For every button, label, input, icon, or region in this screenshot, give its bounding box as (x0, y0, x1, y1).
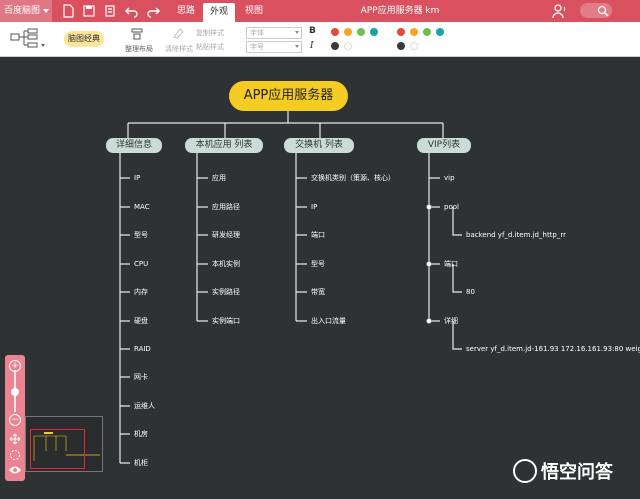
leaf-node[interactable]: 带宽 (311, 288, 325, 297)
chevron-down-icon (43, 9, 49, 13)
leaf-node[interactable]: 实例路径 (212, 288, 240, 297)
user-icon[interactable] (551, 3, 567, 19)
leaf-node[interactable]: 运维人 (134, 402, 155, 411)
leaf-node[interactable]: 机房 (134, 430, 148, 439)
save-icon[interactable] (82, 4, 96, 18)
color-swatch[interactable] (331, 28, 339, 36)
italic-button[interactable]: I (310, 41, 314, 51)
color-swatch[interactable] (370, 28, 378, 36)
eye-icon[interactable] (8, 465, 22, 475)
leaf-node[interactable]: IP (134, 174, 140, 183)
leaf-node[interactable]: MAC (134, 203, 150, 212)
leaf-node[interactable]: 硬盘 (134, 317, 148, 326)
leaf-node[interactable]: 端口 (311, 231, 325, 240)
leaf-node[interactable]: 应用路径 (212, 203, 240, 212)
leaf-node[interactable]: 型号 (134, 231, 148, 240)
export-icon[interactable] (103, 4, 117, 18)
document-title: APP应用服务器 km (360, 6, 440, 16)
font-size-select[interactable]: 字号 (246, 41, 302, 53)
locate-center-icon[interactable] (9, 449, 21, 461)
color-swatch[interactable] (423, 28, 431, 36)
move-icon[interactable] (9, 433, 21, 445)
root-node[interactable]: APP应用服务器 (229, 81, 348, 111)
menu-idea[interactable]: 思路 (177, 0, 195, 22)
new-file-icon[interactable] (61, 4, 75, 18)
branch-node-local-apps[interactable]: 本机应用 列表 (185, 138, 263, 153)
zoom-controls: + − (5, 355, 25, 481)
color-swatch[interactable] (397, 42, 405, 50)
theme-button[interactable]: 脑图经典 (64, 31, 104, 47)
leaf-node[interactable]: 端口 (444, 260, 458, 269)
undo-icon[interactable] (125, 4, 139, 18)
branch-node-details[interactable]: 详细信息 (106, 138, 162, 153)
leaf-node[interactable]: RAID (134, 345, 151, 354)
expand-toggle[interactable] (426, 261, 432, 267)
bold-button[interactable]: B (309, 26, 316, 36)
leaf-node[interactable]: 应用 (212, 174, 226, 183)
clear-style-label[interactable]: 清除样式 (165, 44, 193, 54)
color-swatch[interactable] (410, 28, 418, 36)
leaf-node[interactable]: 交换机类别（策源、核心） (311, 174, 395, 183)
color-swatch[interactable] (357, 28, 365, 36)
color-swatch[interactable] (410, 42, 418, 50)
leaf-node[interactable]: 内存 (134, 288, 148, 297)
watermark: 悟空问答 (513, 456, 613, 486)
menu-appearance[interactable]: 外观 (203, 3, 236, 22)
wukong-logo-icon (513, 459, 537, 483)
zoom-out-icon[interactable]: − (9, 414, 21, 426)
color-swatch[interactable] (436, 28, 444, 36)
branch-node-switches[interactable]: 交换机 列表 (284, 138, 354, 153)
search-icon (597, 5, 609, 17)
chevron-down-icon[interactable] (41, 44, 45, 47)
redo-icon[interactable] (146, 4, 160, 18)
leaf-node[interactable]: server yf_d.item.jd-161.93 172.16.161.93… (466, 345, 640, 354)
paste-style-button[interactable]: 粘贴样式 (196, 42, 224, 52)
leaf-node[interactable]: 实例端口 (212, 317, 240, 326)
minimap-viewport-frame[interactable] (30, 429, 85, 469)
app-menu-button[interactable]: 百度脑图 (0, 0, 52, 22)
leaf-node[interactable]: IP (311, 203, 317, 212)
color-swatch[interactable] (331, 42, 339, 50)
leaf-node[interactable]: vip (444, 174, 455, 183)
color-swatch[interactable] (397, 28, 405, 36)
leaf-node[interactable]: pool (444, 203, 459, 212)
leaf-node[interactable]: 型号 (311, 260, 325, 269)
expand-toggle[interactable] (426, 318, 432, 324)
leaf-node[interactable]: 出入口流量 (311, 317, 346, 326)
format-toolbar: 脑图经典 整理布局 清除样式 复制样式 粘贴样式 字体 字号 B I (0, 22, 640, 57)
leaf-node[interactable]: 机柜 (134, 459, 148, 468)
leaf-node[interactable]: backend yf_d.item.jd_http_rr (466, 231, 566, 240)
color-swatch[interactable] (344, 28, 352, 36)
branch-node-vip[interactable]: VIP列表 (417, 138, 471, 153)
expand-toggle[interactable] (426, 204, 432, 210)
leaf-node[interactable]: 研发经理 (212, 231, 240, 240)
watermark-text: 悟空问答 (541, 462, 613, 483)
arrange-layout-label[interactable]: 整理布局 (125, 44, 153, 54)
leaf-node[interactable]: 详细 (444, 317, 458, 326)
leaf-node[interactable]: 本机实例 (212, 260, 240, 269)
font-family-select[interactable]: 字体 (246, 27, 302, 39)
menu-view[interactable]: 视图 (245, 0, 263, 22)
arrange-layout-icon[interactable] (130, 27, 144, 41)
leaf-node[interactable]: 80 (466, 288, 475, 297)
copy-style-button[interactable]: 复制样式 (196, 28, 224, 38)
minimap[interactable] (25, 416, 103, 472)
clear-style-icon[interactable] (172, 27, 184, 39)
title-bar: 百度脑图 思路 外观 视图 APP应用服务器 km (0, 0, 640, 22)
brand-label: 百度脑图 (4, 6, 41, 16)
color-swatch[interactable] (344, 42, 352, 50)
zoom-slider-handle[interactable] (11, 388, 19, 396)
leaf-node[interactable]: CPU (134, 260, 148, 269)
template-icon[interactable] (10, 28, 42, 48)
leaf-node[interactable]: 网卡 (134, 373, 148, 382)
